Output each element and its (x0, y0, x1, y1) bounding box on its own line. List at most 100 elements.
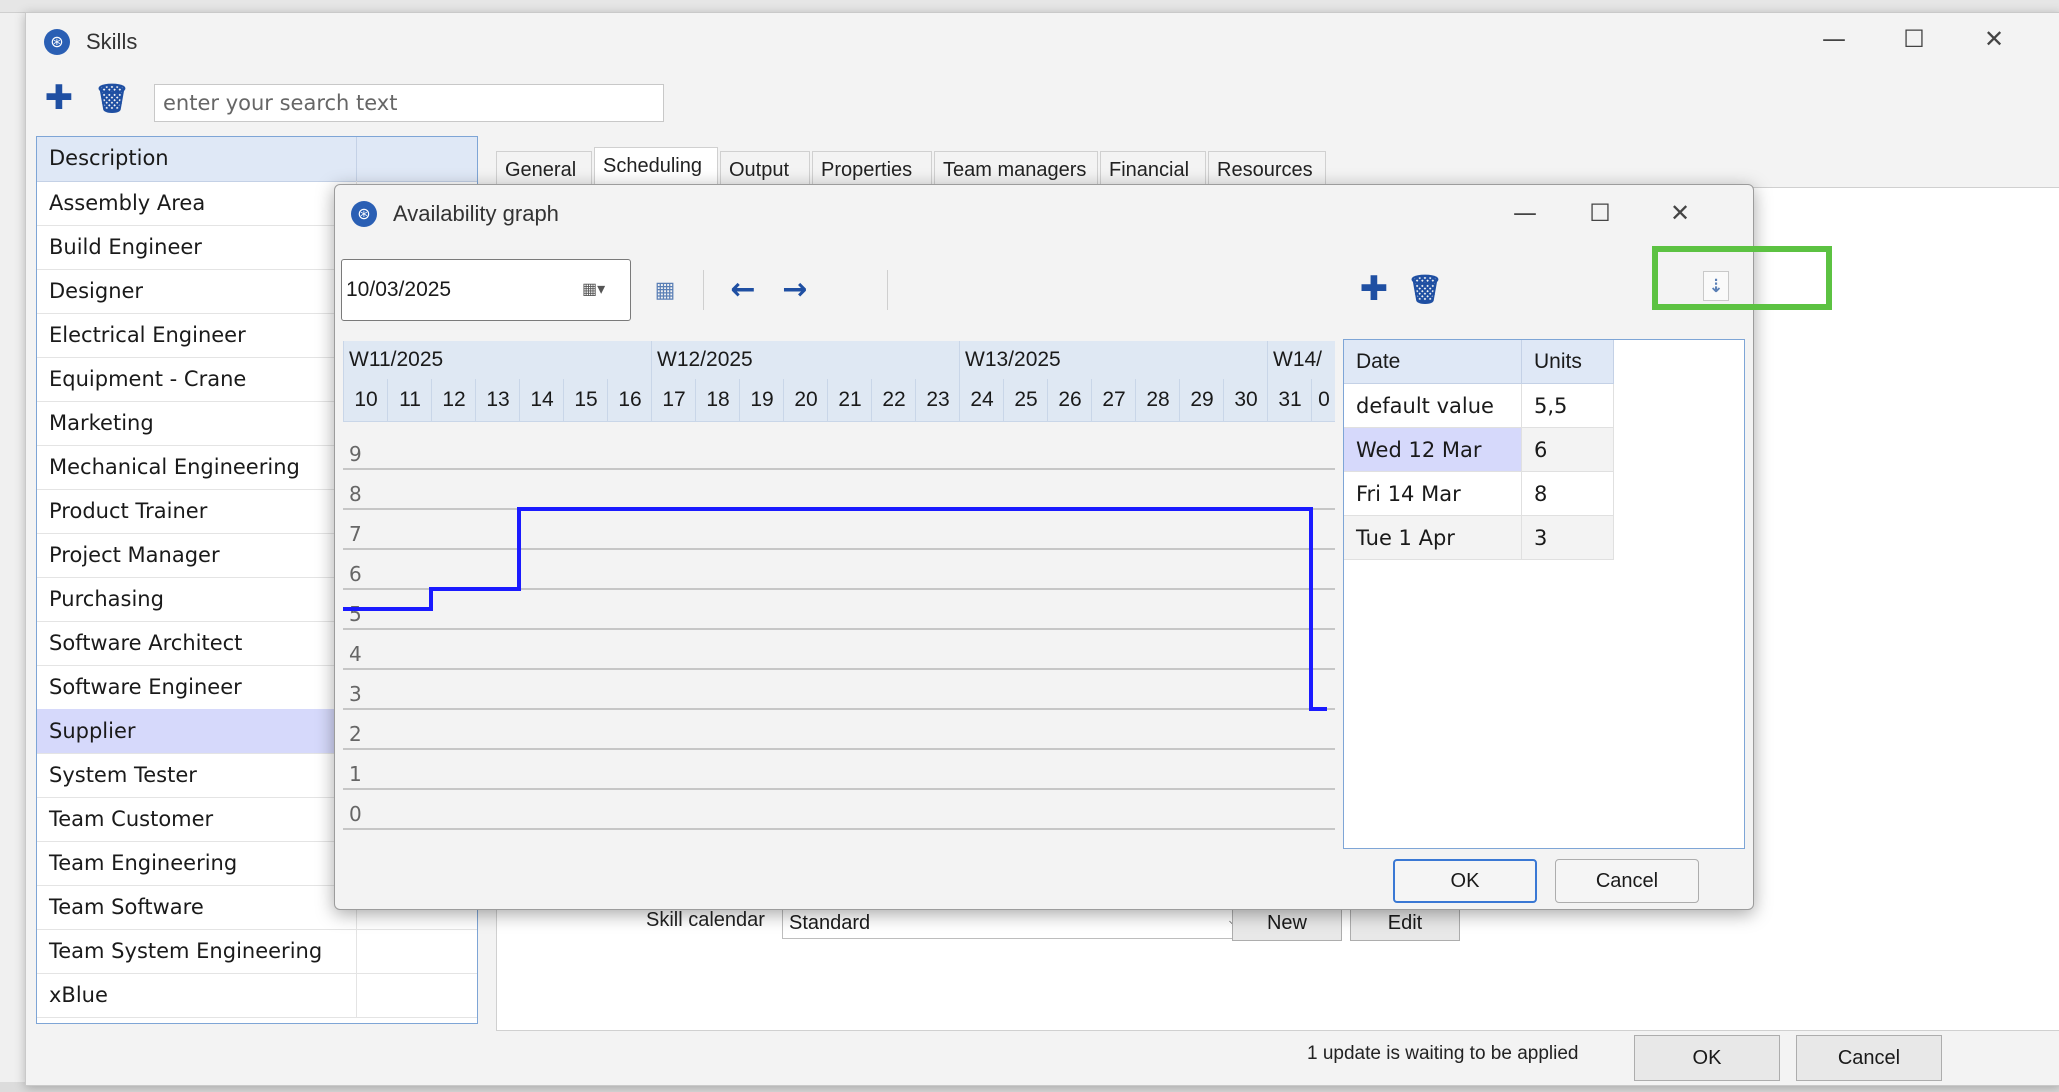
app-logo-icon: ⊛ (44, 29, 70, 55)
tab-scheduling[interactable]: Scheduling (594, 147, 718, 189)
skill-name: Mechanical Engineering (37, 445, 357, 489)
day-label: 14 (519, 379, 564, 421)
delete-icon[interactable]: 🗑 (1407, 271, 1443, 311)
skill-name: Build Engineer (37, 225, 357, 269)
date-value: 10/03/2025 (346, 278, 452, 301)
day-header: 10 11 12 13 14 15 16 17 18 19 20 21 22 23 24 25 26 27 28 29… (343, 379, 1335, 422)
skill-name: Equipment - Crane (37, 357, 357, 401)
skill-calendar-label: Skill calendar (646, 909, 765, 931)
skill-name: Team Software (37, 885, 357, 929)
availability-dialog: ⊛ Availability graph — ☐ ✕ 10/03/2025 ▦▾… (334, 184, 1754, 910)
highlight-box (1652, 246, 1832, 310)
calendar-dropdown-icon[interactable]: ▦▾ (582, 278, 620, 302)
skill-calendar-select[interactable]: Standard ⌵ (782, 907, 1250, 939)
day-label: 27 (1091, 379, 1136, 421)
y-tick-label: 2 (349, 722, 362, 746)
day-label: 28 (1135, 379, 1180, 421)
tab-output[interactable]: Output (720, 151, 810, 187)
day-label: 18 (695, 379, 740, 421)
y-tick-label: 5 (349, 602, 362, 626)
day-label: 21 (827, 379, 872, 421)
y-tick-label: 0 (349, 802, 362, 826)
calendar-icon[interactable]: ▦ (647, 273, 683, 309)
y-tick-label: 7 (349, 522, 362, 546)
day-label: 11 (387, 379, 432, 421)
skill-row[interactable]: xBlue (37, 973, 477, 1018)
day-label: 16 (607, 379, 652, 421)
maximize-icon[interactable]: ☐ (1575, 193, 1625, 233)
day-label: 0 (1311, 379, 1336, 421)
new-calendar-button[interactable]: New (1232, 905, 1342, 941)
skill-calendar-value: Standard (789, 912, 871, 934)
y-tick-label: 4 (349, 642, 362, 666)
search-input[interactable]: enter your search text (154, 84, 664, 122)
day-label: 24 (959, 379, 1004, 421)
availability-date-cell[interactable]: Fri 14 Mar (1344, 472, 1522, 516)
tab-properties[interactable]: Properties (812, 151, 932, 187)
y-tick-label: 6 (349, 562, 362, 586)
day-label: 29 (1179, 379, 1224, 421)
y-tick-label: 9 (349, 442, 362, 466)
description-column-header[interactable]: Description (37, 137, 357, 181)
day-label: 26 (1047, 379, 1092, 421)
tab-resources[interactable]: Resources (1208, 151, 1326, 187)
tab-financial[interactable]: Financial (1100, 151, 1206, 187)
date-column-header[interactable]: Date (1344, 340, 1522, 384)
availability-dialog-title: Availability graph (393, 201, 559, 226)
units-column-header[interactable]: Units (1522, 340, 1614, 384)
availability-date-cell[interactable]: default value (1344, 384, 1522, 428)
availability-chart: W11/2025 W12/2025 W13/2025 W14/ 10 11 12 13 14 1… (343, 341, 1335, 841)
day-label: 22 (871, 379, 916, 421)
y-tick-label: 8 (349, 482, 362, 506)
skill-name: Software Architect (37, 621, 357, 665)
day-label: 19 (739, 379, 784, 421)
skill-name: Software Engineer (37, 665, 357, 709)
skill-name: Product Trainer (37, 489, 357, 533)
dialog-cancel-button[interactable]: Cancel (1555, 859, 1699, 903)
close-icon[interactable]: ✕ (1655, 193, 1705, 233)
week-label: W13/2025 (959, 341, 1273, 379)
day-label: 13 (475, 379, 520, 421)
day-label: 10 (343, 379, 388, 421)
skill-name: Purchasing (37, 577, 357, 621)
y-tick-label: 3 (349, 682, 362, 706)
cancel-button[interactable]: Cancel (1796, 1035, 1942, 1081)
toolbar-separator (887, 270, 888, 310)
tab-team-managers[interactable]: Team managers (934, 151, 1098, 187)
skill-name: Electrical Engineer (37, 313, 357, 357)
availability-units-cell[interactable]: 5,5 (1522, 384, 1614, 428)
skill-name: Team Engineering (37, 841, 357, 885)
close-icon[interactable]: ✕ (1969, 19, 2019, 59)
arrow-left-icon[interactable]: ← (725, 271, 761, 309)
availability-units-cell[interactable]: 3 (1522, 516, 1614, 560)
skill-name: System Tester (37, 753, 357, 797)
minimize-icon[interactable]: — (1809, 19, 1859, 59)
maximize-icon[interactable]: ☐ (1889, 19, 1939, 59)
skill-name: Designer (37, 269, 357, 313)
date-field[interactable]: 10/03/2025 ▦▾ (341, 259, 631, 321)
skill-name: Assembly Area (37, 181, 357, 225)
delete-skill-icon[interactable]: 🗑 (94, 83, 130, 117)
availability-plot: 9 8 7 6 5 4 3 2 1 0 (343, 442, 1335, 830)
minimize-icon[interactable]: — (1500, 193, 1550, 233)
add-skill-icon[interactable]: ✚ (44, 81, 74, 115)
availability-units-cell[interactable]: 8 (1522, 472, 1614, 516)
units-table: Date Units default value 5,5 Wed 12 Mar 6 Fr… (1343, 339, 1745, 849)
skill-name: Project Manager (37, 533, 357, 577)
add-icon[interactable]: ✚ (1357, 269, 1391, 309)
skill-row[interactable]: Team System Engineering (37, 929, 477, 974)
availability-units-cell[interactable]: 6 (1522, 428, 1614, 472)
availability-date-cell[interactable]: Tue 1 Apr (1344, 516, 1522, 560)
arrow-right-icon[interactable]: → (777, 271, 813, 309)
skill-name: Supplier (37, 709, 357, 753)
skills-titlebar: ⊛ Skills — ☐ ✕ (26, 13, 2059, 71)
dialog-ok-button[interactable]: OK (1393, 859, 1537, 903)
availability-series-line (343, 507, 1327, 711)
ok-button[interactable]: OK (1634, 1035, 1780, 1081)
tab-general[interactable]: General (496, 151, 592, 187)
availability-date-cell[interactable]: Wed 12 Mar (1344, 428, 1522, 472)
week-label: W11/2025 (343, 341, 657, 379)
edit-calendar-button[interactable]: Edit (1350, 905, 1460, 941)
skill-name: Team Customer (37, 797, 357, 841)
day-label: 12 (431, 379, 476, 421)
